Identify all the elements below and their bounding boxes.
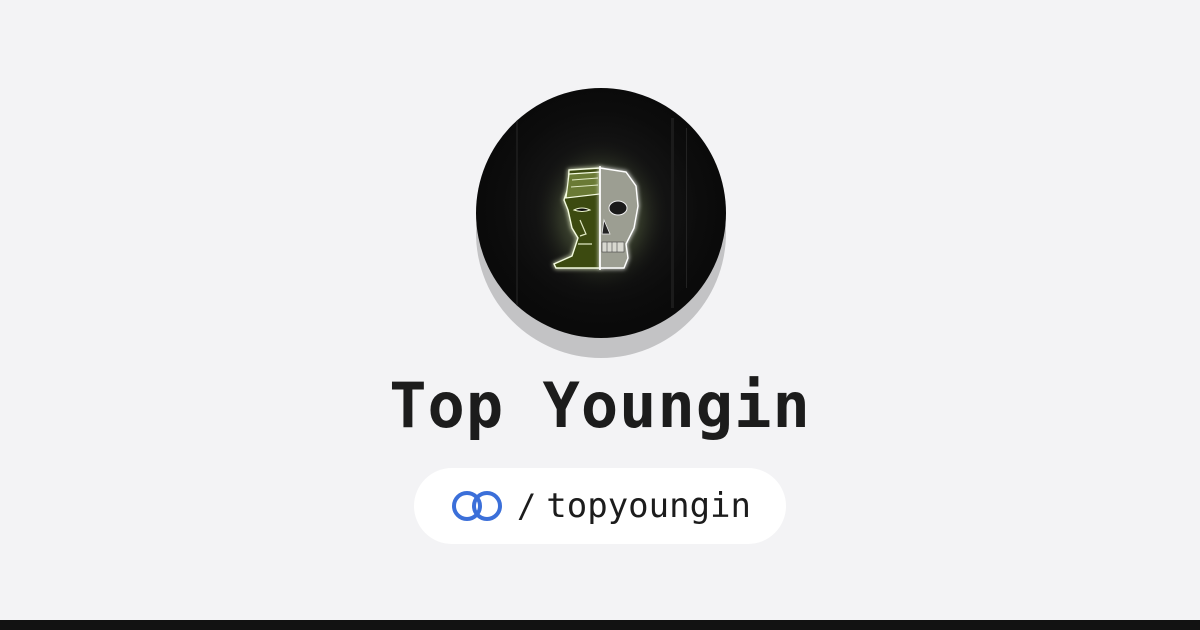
avatar-portrait-icon <box>516 108 687 308</box>
profile-card: Top Youngin / topyoungin <box>0 0 1200 630</box>
profile-handle-link[interactable]: / topyoungin <box>414 468 786 544</box>
profile-display-name: Top Youngin <box>389 369 811 442</box>
profile-handle: topyoungin <box>546 486 751 526</box>
avatar-container <box>476 88 726 358</box>
handle-separator: / <box>517 487 537 525</box>
chain-link-icon <box>449 489 505 523</box>
avatar[interactable] <box>476 88 726 338</box>
bottom-bar <box>0 620 1200 630</box>
